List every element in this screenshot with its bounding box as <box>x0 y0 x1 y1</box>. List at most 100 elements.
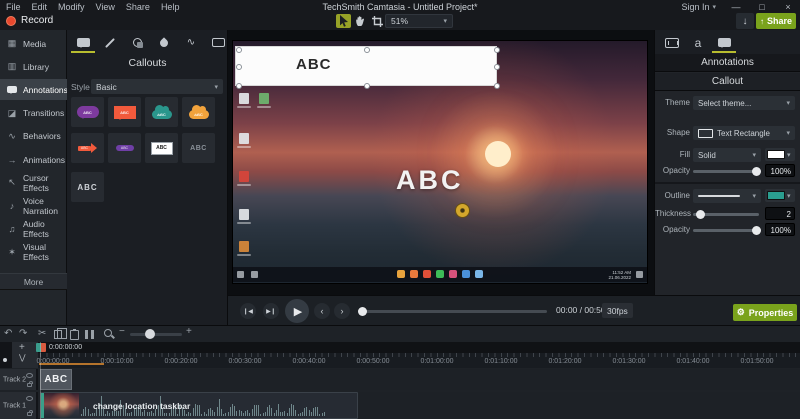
previous-clip-button[interactable]: ❙◀ <box>240 303 256 319</box>
split-button[interactable] <box>85 330 94 339</box>
playhead-row[interactable] <box>38 342 800 353</box>
selection-handle[interactable] <box>494 64 500 70</box>
track-2-lane[interactable]: ABC <box>40 369 800 390</box>
sidebar-item-transitions[interactable]: ◪ Transitions <box>0 103 67 124</box>
shape-select[interactable]: Text Rectangle ▾ <box>693 126 795 140</box>
thickness-value[interactable]: 2 <box>765 207 795 220</box>
video-clip[interactable]: change location taskbar <box>40 392 358 419</box>
tab-blur-highlight[interactable] <box>151 32 177 53</box>
playhead-handle[interactable] <box>36 343 46 352</box>
menu-help[interactable]: Help <box>161 2 180 12</box>
sidebar-item-behaviors[interactable]: ∿ Behaviors <box>0 126 67 147</box>
outline-color-swatch[interactable]: ▾ <box>765 189 795 202</box>
fill-opacity-slider[interactable] <box>693 167 761 176</box>
canvas-zoom-select[interactable]: 51% ▾ <box>385 14 453 28</box>
sign-in-button[interactable]: Sign In ▾ <box>681 2 716 12</box>
close-button[interactable]: × <box>782 2 794 12</box>
sidebar-item-animations[interactable]: → Animations <box>0 149 67 170</box>
playhead-line[interactable] <box>40 342 41 419</box>
cut-button[interactable]: ✂ <box>38 328 46 340</box>
zoom-out-button[interactable]: − <box>119 326 125 338</box>
fill-color-swatch[interactable]: ▾ <box>765 148 795 161</box>
thickness-slider[interactable] <box>693 210 759 219</box>
record-button[interactable]: Record <box>6 15 53 26</box>
redo-button[interactable]: ↷ <box>19 328 27 340</box>
callout-preset-text-plain[interactable]: ABC <box>71 172 104 202</box>
tab-media-properties[interactable] <box>659 32 685 53</box>
outline-opacity-slider[interactable] <box>693 226 761 235</box>
callout-preset-text-rect[interactable]: ABC <box>145 133 178 163</box>
eye-icon[interactable] <box>26 373 33 378</box>
export-local-button[interactable]: ↓ <box>736 13 754 29</box>
sidebar-item-visual-effects[interactable]: ✶ Visual Effects <box>0 242 67 263</box>
menu-edit[interactable]: Edit <box>32 2 48 12</box>
slider-knob[interactable] <box>145 329 155 339</box>
callout-preset-arrow[interactable]: ABC <box>71 133 104 163</box>
track-2-header[interactable]: Track 2 <box>0 369 38 390</box>
cursor-tool-button[interactable] <box>336 14 351 28</box>
selection-handle[interactable] <box>364 83 370 89</box>
callout-preset-bubble-round[interactable]: ABC <box>71 97 104 127</box>
callout-clip[interactable]: ABC <box>40 369 72 390</box>
share-button[interactable]: ↑ Share <box>756 13 796 29</box>
selection-handle[interactable] <box>494 83 500 89</box>
tab-callouts[interactable] <box>70 32 96 53</box>
step-forward-button[interactable]: ▶❙ <box>263 303 279 319</box>
menu-file[interactable]: File <box>6 2 21 12</box>
menu-modify[interactable]: Modify <box>58 2 85 12</box>
slider-knob[interactable] <box>696 210 705 219</box>
next-frame-button[interactable]: › <box>334 303 350 319</box>
tab-arrows-lines[interactable] <box>97 32 123 53</box>
timeline-ruler[interactable]: 0:00:00:00 0:00:10:00 0:00:20:00 0:00:30:00… <box>36 353 800 368</box>
tab-text-properties[interactable]: a <box>685 32 711 53</box>
theme-select[interactable]: Select theme... ▾ <box>693 96 795 110</box>
seek-handle[interactable] <box>358 307 367 316</box>
tab-callout-properties[interactable] <box>711 32 737 53</box>
crop-tool-button[interactable] <box>370 14 385 28</box>
tab-shapes[interactable] <box>124 32 150 53</box>
slider-knob[interactable] <box>752 226 761 235</box>
selection-handle[interactable] <box>236 47 242 53</box>
fill-style-select[interactable]: Solid ▾ <box>693 148 761 162</box>
track-1-header[interactable]: Track 1 <box>0 392 38 419</box>
lock-icon[interactable] <box>27 410 33 416</box>
properties-button[interactable]: ⚙ Properties <box>733 304 797 321</box>
selection-handle[interactable] <box>236 64 242 70</box>
add-track-button[interactable]: + <box>19 342 25 353</box>
timeline-zoom-slider[interactable] <box>130 329 182 339</box>
track-1-lane[interactable]: change location taskbar <box>40 392 800 419</box>
selection-handle[interactable] <box>494 47 500 53</box>
outline-opacity-value[interactable]: 100% <box>765 223 795 236</box>
pan-tool-button[interactable] <box>353 14 368 28</box>
copy-button[interactable] <box>54 328 67 339</box>
fill-opacity-value[interactable]: 100% <box>765 164 795 177</box>
sidebar-item-voice-narration[interactable]: ♪ Voice Narration <box>0 195 67 216</box>
callout-preset-cloud[interactable]: ABC <box>145 97 178 127</box>
callout-preset-pill[interactable]: ABC <box>108 133 141 163</box>
sidebar-more-button[interactable]: More <box>0 273 67 290</box>
tab-sketch-motion[interactable]: ∿ <box>178 32 204 53</box>
sidebar-item-audio-effects[interactable]: ♫ Audio Effects <box>0 219 67 240</box>
paste-button[interactable] <box>70 329 79 340</box>
callout-preset-cloud[interactable]: ABC <box>182 97 215 127</box>
sidebar-item-cursor-effects[interactable]: ↖ Cursor Effects <box>0 172 67 193</box>
selection-handle[interactable] <box>364 47 370 53</box>
eye-icon[interactable] <box>26 396 33 401</box>
menu-share[interactable]: Share <box>126 2 150 12</box>
callout-preset-text-dim[interactable]: ABC <box>182 133 215 163</box>
sidebar-item-annotations[interactable]: Annotations <box>0 79 68 101</box>
minimize-button[interactable]: — <box>730 2 742 12</box>
undo-button[interactable]: ↶ <box>4 328 12 340</box>
style-select[interactable]: Basic ▾ <box>91 79 223 94</box>
previous-frame-button[interactable]: ‹ <box>314 303 330 319</box>
sidebar-item-library[interactable]: ▥ Library <box>0 56 67 77</box>
selection-handle[interactable] <box>236 83 242 89</box>
slider-knob[interactable] <box>752 167 761 176</box>
outline-style-select[interactable]: ▾ <box>693 189 761 203</box>
menu-view[interactable]: View <box>96 2 115 12</box>
zoom-in-button[interactable]: + <box>186 326 192 338</box>
play-button[interactable]: ▶ <box>285 299 309 323</box>
maximize-button[interactable]: □ <box>756 2 768 12</box>
chevron-down-icon[interactable]: ⋁ <box>19 353 26 362</box>
callout-preset-bubble-rect[interactable]: ABC <box>108 97 141 127</box>
